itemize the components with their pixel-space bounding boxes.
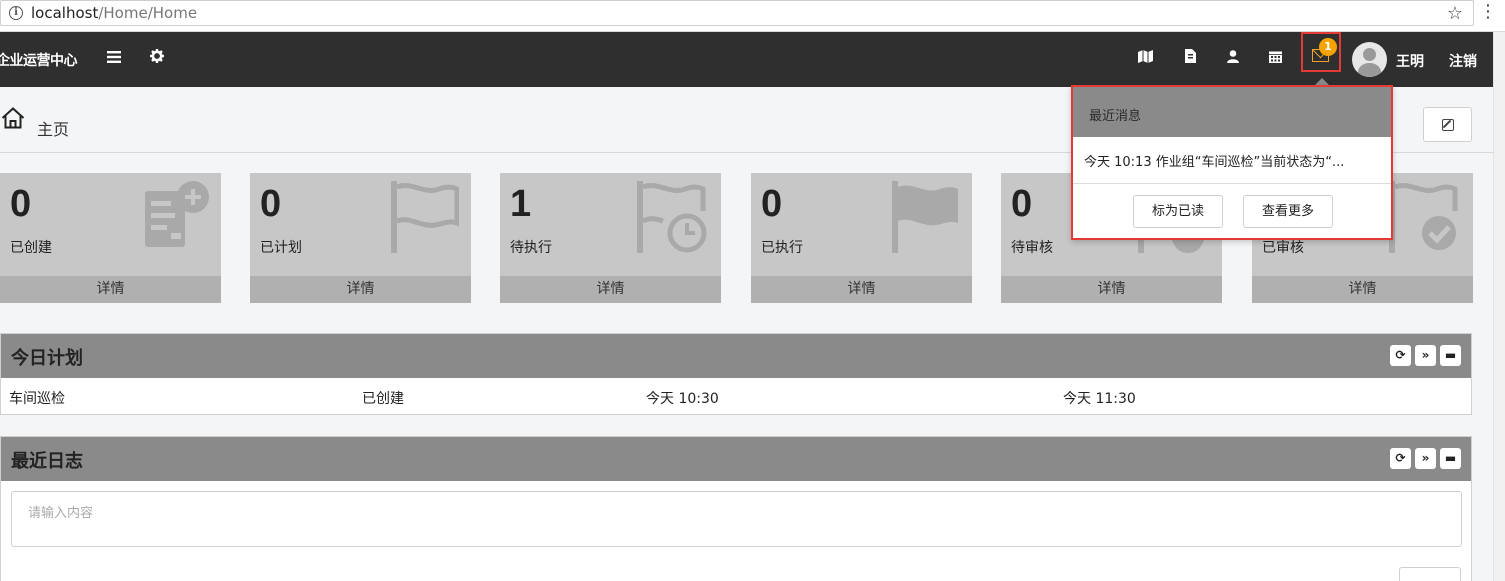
details-link[interactable]: 详情 [751,276,972,303]
url-host: localhost [31,4,99,22]
submit-button[interactable] [1399,567,1461,581]
plan-end: 今天 11:30 [1063,391,1136,407]
stat-count: 0 [10,183,32,225]
panel-title: 今日计划 [11,348,83,369]
stat-count: 0 [1011,183,1033,225]
details-link[interactable]: 详情 [1252,276,1473,303]
recent-log-panel: 最近日志 ⟳ » ▬ 请输入内容 [0,436,1472,581]
user-icon[interactable] [1222,48,1244,68]
flag-solid-icon [892,181,958,253]
collapse-icon[interactable]: ▬ [1440,448,1461,469]
map-icon[interactable] [1134,48,1156,68]
refresh-icon[interactable]: ⟳ [1390,448,1411,469]
flag-check-icon [1389,181,1458,253]
stat-label: 已计划 [260,240,302,256]
browser-menu-icon[interactable]: ⋮ [1479,3,1497,21]
info-icon[interactable]: i [9,6,23,20]
top-navbar: 企业运营中心 1 王明 注销 [0,32,1493,87]
mail-notification-button[interactable]: 1 [1301,32,1341,72]
flag-outline-icon [391,181,459,253]
logout-link[interactable]: 注销 [1449,51,1477,71]
stat-label: 待执行 [510,240,552,256]
mark-read-button[interactable]: 标为已读 [1133,195,1223,228]
details-link[interactable]: 详情 [0,276,221,303]
edit-button[interactable] [1423,107,1472,142]
plan-name: 车间巡检 [9,391,65,407]
stat-label: 已审核 [1262,240,1304,256]
page-title: 主页 [37,120,70,139]
messages-dropdown: 最近消息 今天 10:13 作业组“车间巡检”当前状态为“... 标为已读 查看… [1071,85,1393,240]
panel-header: 最近日志 ⟳ » ▬ [1,437,1471,481]
mail-badge: 1 [1319,38,1337,56]
view-more-button[interactable]: 查看更多 [1243,195,1333,228]
menu-icon[interactable] [103,48,125,68]
avatar[interactable] [1352,42,1387,77]
expand-icon[interactable]: » [1415,448,1436,469]
details-link[interactable]: 详情 [1001,276,1222,303]
browser-bar: i localhost/Home/Home ☆ ⋮ [0,0,1505,32]
dropdown-header: 最近消息 [1073,87,1391,137]
panel-title: 最近日志 [11,451,83,472]
flag-clock-icon [637,181,707,253]
expand-icon[interactable]: » [1415,345,1436,366]
stat-card-created: 0 已创建 详情 [0,173,221,303]
details-link[interactable]: 详情 [500,276,721,303]
gear-icon[interactable] [146,48,168,68]
collapse-icon[interactable]: ▬ [1440,345,1461,366]
bookmark-star-icon[interactable]: ☆ [1447,3,1463,24]
stat-card-executed: 0 已执行 详情 [751,173,972,303]
table-row[interactable]: 车间巡检 已创建 今天 10:30 今天 11:30 [1,378,1471,415]
task-add-icon [145,181,209,247]
stat-label: 已执行 [761,240,803,256]
stat-label: 已创建 [10,240,52,256]
stat-count: 0 [260,183,282,225]
scrollbar[interactable] [1493,32,1505,581]
message-item[interactable]: 今天 10:13 作业组“车间巡检”当前状态为“... [1073,137,1391,184]
home-icon [1,107,25,129]
username[interactable]: 王明 [1396,51,1424,71]
details-link[interactable]: 详情 [250,276,471,303]
calendar-icon[interactable] [1264,48,1286,68]
panel-header: 今日计划 ⟳ » ▬ [1,334,1471,378]
brand-title[interactable]: 企业运营中心 [0,50,78,70]
url-path: /Home/Home [98,4,198,22]
plan-start: 今天 10:30 [646,391,719,407]
document-icon[interactable] [1179,48,1201,68]
plan-status: 已创建 [362,391,404,407]
stat-label: 待审核 [1011,240,1053,256]
stat-card-pending: 1 待执行 详情 [500,173,721,303]
refresh-icon[interactable]: ⟳ [1390,345,1411,366]
today-plan-panel: 今日计划 ⟳ » ▬ 车间巡检 已创建 今天 10:30 今天 11:30 [0,333,1472,415]
stat-count: 1 [510,183,532,225]
address-bar[interactable]: i localhost/Home/Home ☆ [0,0,1474,26]
stat-card-planned: 0 已计划 详情 [250,173,471,303]
stat-count: 0 [761,183,783,225]
log-textarea[interactable]: 请输入内容 [11,491,1462,547]
